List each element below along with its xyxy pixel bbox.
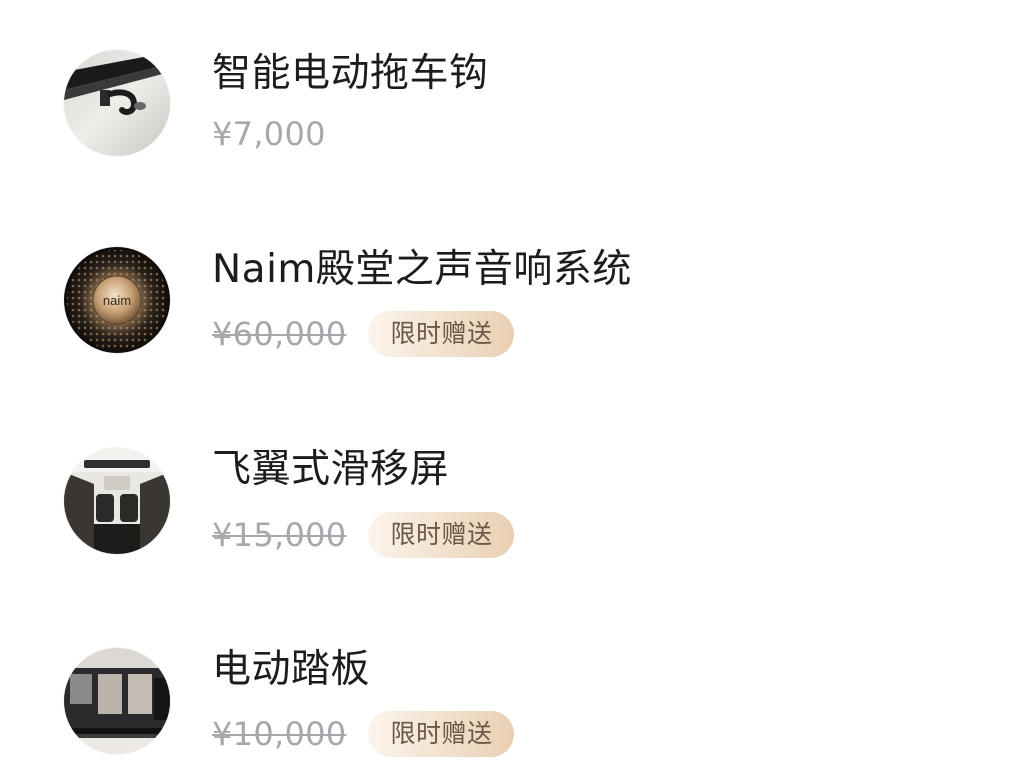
free-gift-badge: 限时赠送 [368, 311, 515, 357]
naim-speaker-photo-icon: naim [64, 247, 170, 353]
item-original-price: ¥10,000 [212, 715, 347, 753]
price-row: ¥15,000 限时赠送 [212, 510, 515, 560]
item-original-price: ¥15,000 [212, 516, 347, 554]
price-row: ¥60,000 限时赠送 [212, 309, 515, 359]
item-original-price: ¥60,000 [212, 315, 347, 353]
item-title: Naim殿堂之声音响系统 [212, 247, 632, 292]
price-row: ¥7,000 [212, 109, 326, 159]
option-list: 智能电动拖车钩 ¥7,000 naim Naim殿堂之声音响系统 ¥60,000… [0, 0, 1024, 768]
item-price: ¥7,000 [212, 115, 326, 153]
free-gift-badge: 限时赠送 [368, 711, 515, 757]
list-item-power-step[interactable]: 电动踏板 ¥10,000 限时赠送 [0, 598, 1024, 768]
free-gift-badge: 限时赠送 [368, 512, 515, 558]
sliding-screen-photo-icon [64, 448, 170, 554]
item-title: 智能电动拖车钩 [212, 51, 489, 96]
price-row: ¥10,000 限时赠送 [212, 709, 515, 759]
list-item-naim-audio[interactable]: naim Naim殿堂之声音响系统 ¥60,000 限时赠送 [0, 198, 1024, 368]
item-title: 电动踏板 [212, 647, 371, 692]
power-step-photo-icon [64, 648, 170, 754]
list-item-sliding-screen[interactable]: 飞翼式滑移屏 ¥15,000 限时赠送 [0, 398, 1024, 568]
list-item-tow-hitch[interactable]: 智能电动拖车钩 ¥7,000 [0, 0, 1024, 170]
item-title: 飞翼式滑移屏 [212, 447, 450, 492]
tow-hitch-photo-icon [64, 50, 170, 156]
naim-logo-text: naim [103, 293, 131, 308]
